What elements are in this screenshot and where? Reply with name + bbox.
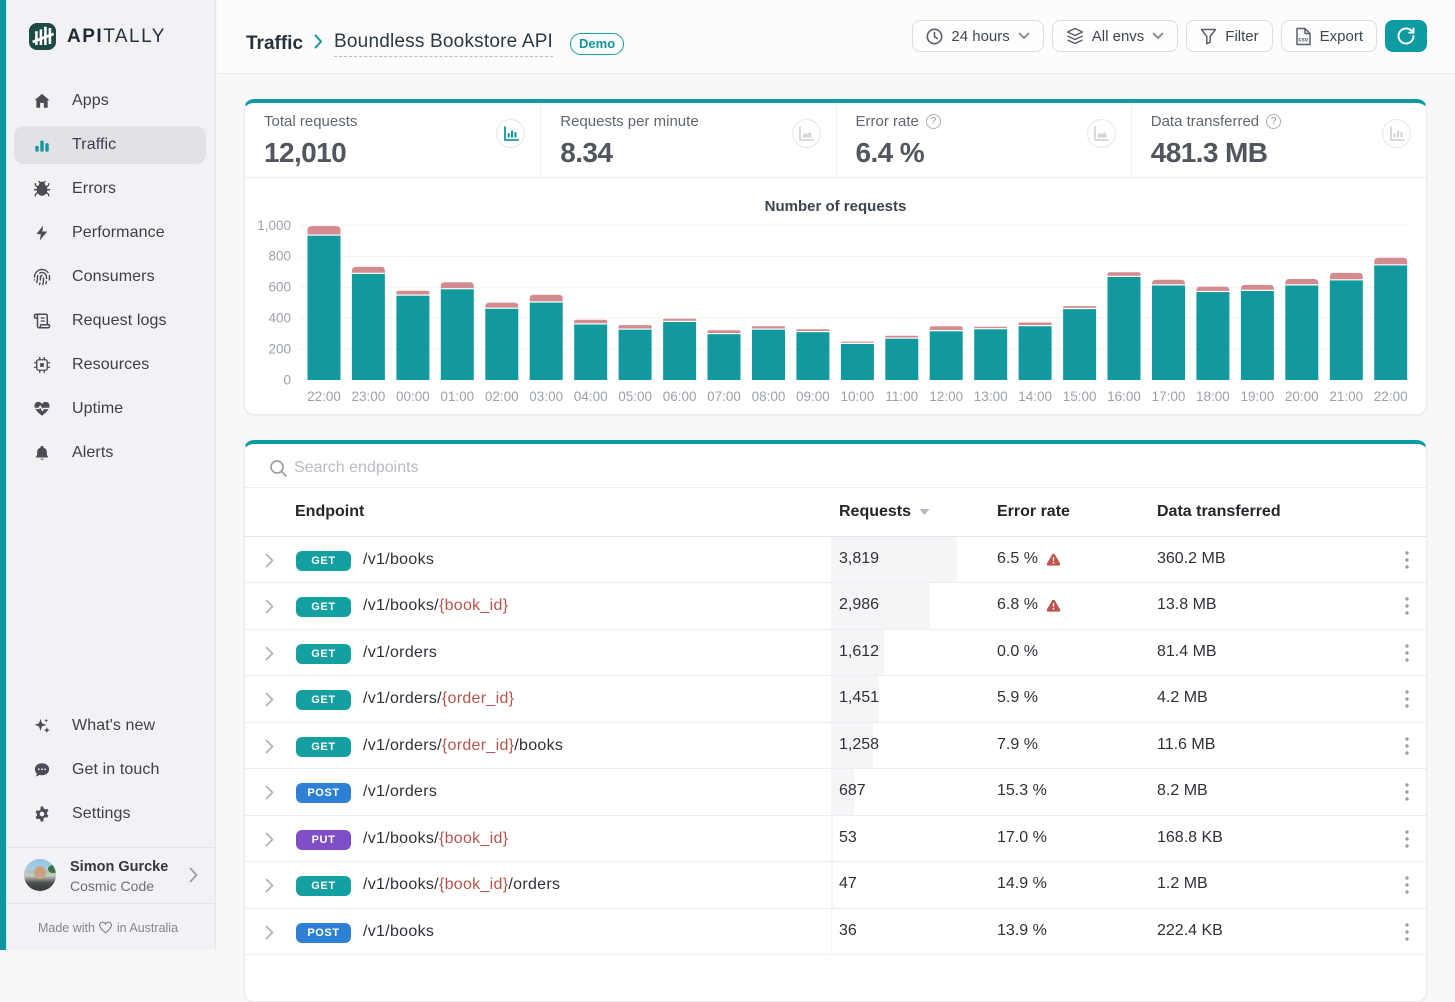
svg-text:00:00: 00:00 [396, 389, 430, 404]
svg-text:03:00: 03:00 [529, 389, 563, 404]
svg-text:17:00: 17:00 [1152, 389, 1186, 404]
svg-text:08:00: 08:00 [752, 389, 786, 404]
svg-text:10:00: 10:00 [841, 389, 875, 404]
svg-text:23:00: 23:00 [352, 389, 386, 404]
svg-text:11:00: 11:00 [885, 389, 918, 404]
svg-text:21:00: 21:00 [1329, 389, 1363, 404]
svg-text:07:00: 07:00 [707, 389, 741, 404]
svg-text:16:00: 16:00 [1107, 389, 1141, 404]
svg-text:14:00: 14:00 [1018, 389, 1052, 404]
svg-text:05:00: 05:00 [618, 389, 652, 404]
svg-text:600: 600 [268, 280, 291, 295]
svg-text:400: 400 [268, 311, 291, 326]
svg-text:06:00: 06:00 [663, 389, 697, 404]
svg-text:01:00: 01:00 [440, 389, 474, 404]
svg-text:02:00: 02:00 [485, 389, 519, 404]
svg-text:15:00: 15:00 [1063, 389, 1097, 404]
svg-text:22:00: 22:00 [307, 389, 341, 404]
svg-text:12:00: 12:00 [929, 389, 963, 404]
svg-text:20:00: 20:00 [1285, 389, 1319, 404]
svg-text:1,000: 1,000 [257, 218, 291, 233]
svg-text:0: 0 [283, 373, 291, 388]
svg-text:18:00: 18:00 [1196, 389, 1230, 404]
svg-text:04:00: 04:00 [574, 389, 608, 404]
svg-text:800: 800 [268, 249, 291, 264]
svg-text:csv: csv [1298, 37, 1309, 43]
svg-text:13:00: 13:00 [974, 389, 1008, 404]
svg-text:22:00: 22:00 [1374, 389, 1408, 404]
svg-text:09:00: 09:00 [796, 389, 830, 404]
svg-text:19:00: 19:00 [1241, 389, 1275, 404]
svg-text:200: 200 [268, 342, 291, 357]
